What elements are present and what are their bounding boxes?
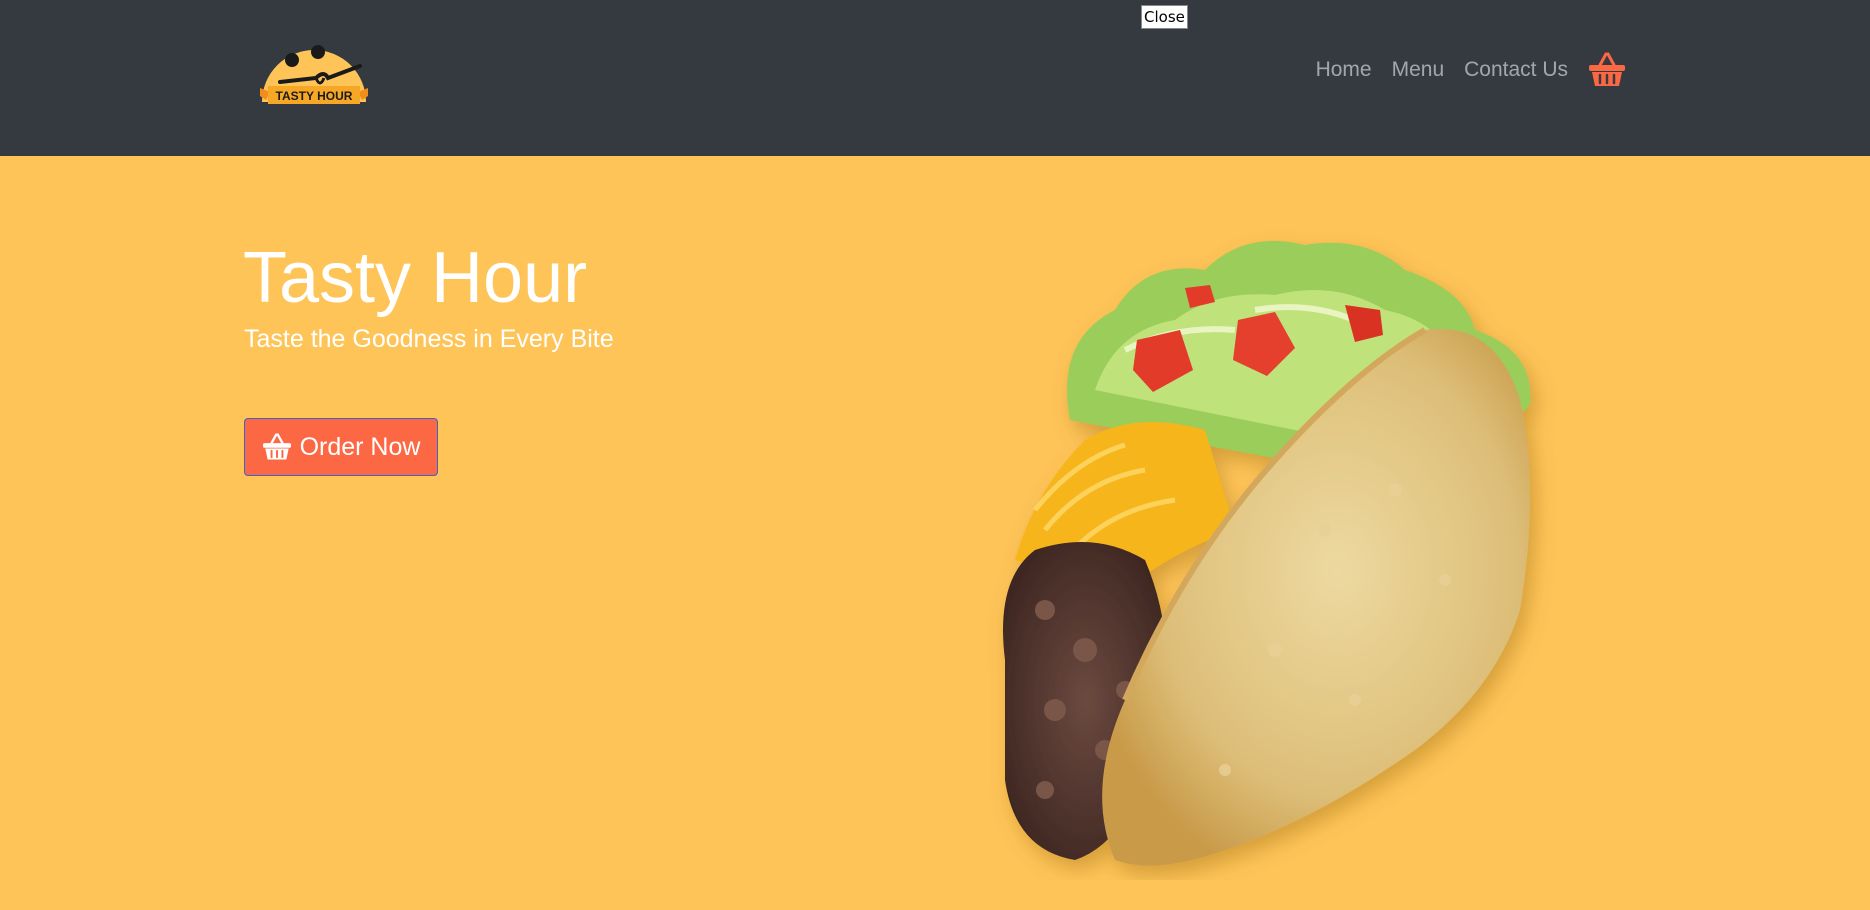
taco-image — [1003, 240, 1531, 866]
order-now-label: Order Now — [299, 432, 421, 461]
navbar: TASTY HOUR Home Menu Contact Us — [0, 0, 1870, 156]
brand-logo[interactable]: TASTY HOUR — [258, 32, 370, 112]
nav-menu[interactable]: Menu — [1382, 50, 1455, 90]
logo-text: TASTY HOUR — [276, 89, 353, 103]
hero-subtitle: Taste the Goodness in Every Bite — [244, 325, 614, 353]
page: TASTY HOUR Home Menu Contact Us Close Ta… — [0, 0, 1870, 910]
close-button[interactable]: Close — [1141, 5, 1188, 29]
nav-home[interactable]: Home — [1306, 50, 1382, 90]
basket-icon[interactable] — [1588, 52, 1626, 88]
nav-contact-us[interactable]: Contact Us — [1454, 50, 1578, 90]
basket-icon — [262, 433, 291, 460]
order-now-button[interactable]: Order Now — [244, 418, 438, 476]
hero-title: Tasty Hour — [243, 238, 588, 318]
logo-image: TASTY HOUR — [260, 45, 368, 104]
nav-links: Home Menu Contact Us — [1306, 50, 1626, 90]
